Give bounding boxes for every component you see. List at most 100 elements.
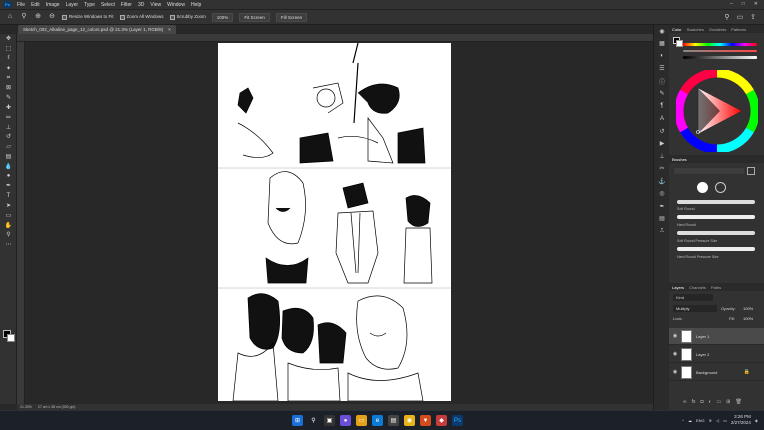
- blur-tool-icon[interactable]: 💧: [0, 161, 17, 171]
- rectangle-tool-icon[interactable]: ▭: [0, 210, 17, 220]
- menu-file[interactable]: File: [17, 2, 25, 8]
- app-icon[interactable]: ◆: [436, 415, 447, 426]
- tab-patterns[interactable]: Patterns: [731, 27, 746, 32]
- wifi-icon[interactable]: ≋: [709, 418, 712, 423]
- menu-3d[interactable]: 3D: [138, 2, 144, 8]
- lasso-tool-icon[interactable]: ℓ: [0, 54, 17, 64]
- zoom-in-icon[interactable]: ⊕: [34, 13, 42, 21]
- history-icon[interactable]: ↺: [654, 125, 670, 138]
- chevron-up-icon[interactable]: ^: [682, 418, 684, 423]
- brush-size-slider[interactable]: [674, 168, 744, 174]
- blend-mode-select[interactable]: Multiply: [673, 305, 717, 312]
- path-selection-icon[interactable]: ➤: [0, 201, 17, 211]
- hand-tool-icon[interactable]: ✋: [0, 220, 17, 230]
- tab-color[interactable]: Color: [672, 27, 682, 32]
- tab-channels[interactable]: Channels: [689, 285, 706, 290]
- brush-hard-round-pressure[interactable]: Hard Round Pressure Size: [677, 255, 719, 259]
- brush-tool-icon[interactable]: ✏: [0, 112, 17, 122]
- resize-windows-option[interactable]: Resize Windows to Fit: [62, 14, 114, 20]
- menu-view[interactable]: View: [150, 2, 161, 8]
- color-wheel[interactable]: [674, 68, 760, 154]
- type-tool-icon[interactable]: T: [0, 191, 17, 201]
- brush-hard-round[interactable]: Hard Round: [677, 223, 696, 227]
- background-color[interactable]: [7, 334, 15, 342]
- healing-brush-icon[interactable]: ✚: [0, 103, 17, 113]
- brush-tip-hard[interactable]: [715, 182, 726, 193]
- channels-icon[interactable]: ◎: [654, 188, 670, 201]
- frame-tool-icon[interactable]: ⊠: [0, 83, 17, 93]
- visibility-eye-icon[interactable]: ◉: [669, 351, 681, 357]
- fit-screen-button[interactable]: Fit Screen: [239, 12, 270, 22]
- chat-icon[interactable]: ●: [340, 415, 351, 426]
- task-view-icon[interactable]: ▣: [324, 415, 335, 426]
- notifications-icon[interactable]: ◈: [755, 418, 758, 423]
- marquee-tool-icon[interactable]: ⬚: [0, 44, 17, 54]
- clock[interactable]: 3:26 PM 2/27/2024: [731, 414, 751, 426]
- store-icon[interactable]: ▤: [388, 415, 399, 426]
- clone-source-icon[interactable]: ⊥: [654, 150, 670, 163]
- menu-help[interactable]: Help: [191, 2, 201, 8]
- menu-filter[interactable]: Filter: [121, 2, 132, 8]
- magic-wand-icon[interactable]: ✦: [0, 63, 17, 73]
- tab-swatches[interactable]: Swatches: [687, 27, 704, 32]
- zoom-all-checkbox[interactable]: [119, 14, 125, 20]
- actions-icon[interactable]: ▶: [654, 138, 670, 151]
- scrubby-zoom-checkbox[interactable]: [169, 14, 175, 20]
- link-layers-icon[interactable]: ∞: [683, 399, 687, 405]
- adjustment-layer-icon[interactable]: ◐: [709, 399, 712, 405]
- info-icon[interactable]: ⓘ: [654, 75, 670, 88]
- close-icon[interactable]: ✕: [754, 1, 758, 7]
- chrome-icon[interactable]: ◉: [404, 415, 415, 426]
- brush-soft-round-pressure[interactable]: Soft Round Pressure Size: [677, 239, 717, 243]
- paragraph-icon[interactable]: ¶: [654, 100, 670, 113]
- start-icon[interactable]: ⊞: [292, 415, 303, 426]
- menu-layer[interactable]: Layer: [66, 2, 79, 8]
- group-icon[interactable]: ▭: [717, 399, 722, 405]
- fx-icon[interactable]: fx: [692, 399, 696, 405]
- search-icon[interactable]: ⚲: [308, 415, 319, 426]
- layer-row[interactable]: ◉ Background 🔒: [669, 364, 764, 381]
- zoom-icon[interactable]: ⚲: [0, 230, 17, 240]
- swatches-icon[interactable]: ▤: [654, 213, 670, 226]
- tab-paths[interactable]: Paths: [711, 285, 721, 290]
- brush-settings-icon[interactable]: ✎: [654, 88, 670, 101]
- zoom-all-option[interactable]: Zoom All Windows: [119, 14, 164, 20]
- menu-window[interactable]: Window: [167, 2, 185, 8]
- volume-icon[interactable]: ◁: [716, 418, 719, 423]
- share-icon[interactable]: ⇪: [750, 13, 756, 21]
- delete-layer-icon[interactable]: 🗑: [735, 399, 741, 405]
- brush-preset-icon[interactable]: [747, 167, 755, 175]
- opacity-value[interactable]: 100%: [743, 306, 753, 311]
- edge-icon[interactable]: e: [372, 415, 383, 426]
- bg-color-chip[interactable]: [676, 40, 683, 47]
- document-tab[interactable]: Sketch_002_Alkaline_page_12_colors.psd @…: [18, 25, 176, 34]
- eraser-tool-icon[interactable]: ▱: [0, 142, 17, 152]
- color-sliders[interactable]: [683, 43, 757, 63]
- gradient-tool-icon[interactable]: ▤: [0, 152, 17, 162]
- brave-icon[interactable]: ▼: [420, 415, 431, 426]
- mask-icon[interactable]: ◘: [700, 399, 703, 405]
- visibility-eye-icon[interactable]: ◉: [669, 333, 681, 339]
- battery-icon[interactable]: ▭: [723, 418, 727, 423]
- zoom-tool-icon[interactable]: ⚲: [20, 13, 28, 21]
- navigator-icon[interactable]: ⚓: [654, 175, 670, 188]
- home-icon[interactable]: ⌂: [6, 13, 14, 21]
- file-explorer-icon[interactable]: ▭: [356, 415, 367, 426]
- scrubby-zoom-option[interactable]: Scrubby Zoom: [169, 14, 206, 20]
- visibility-eye-icon[interactable]: ◉: [669, 369, 681, 375]
- photoshop-taskbar-icon[interactable]: Ps: [452, 415, 463, 426]
- fill-value[interactable]: 100%: [743, 316, 753, 321]
- resize-windows-checkbox[interactable]: [62, 14, 67, 20]
- paths-icon[interactable]: ✒: [654, 200, 670, 213]
- timeline-icon[interactable]: ⎍: [654, 225, 670, 238]
- pen-tool-icon[interactable]: ✒: [0, 181, 17, 191]
- layer-row[interactable]: ◉ Layer 2: [669, 346, 764, 363]
- search-icon[interactable]: ⚲: [724, 13, 729, 21]
- zoom-out-icon[interactable]: ⊖: [48, 13, 56, 21]
- fill-screen-button[interactable]: Fill Screen: [275, 12, 308, 22]
- brush-soft-round[interactable]: Soft Round: [677, 207, 695, 211]
- language-indicator[interactable]: ENG: [696, 418, 705, 423]
- zoom-level[interactable]: 21.33%: [20, 405, 32, 409]
- tab-gradients[interactable]: Gradients: [709, 27, 726, 32]
- maximize-icon[interactable]: □: [742, 1, 745, 7]
